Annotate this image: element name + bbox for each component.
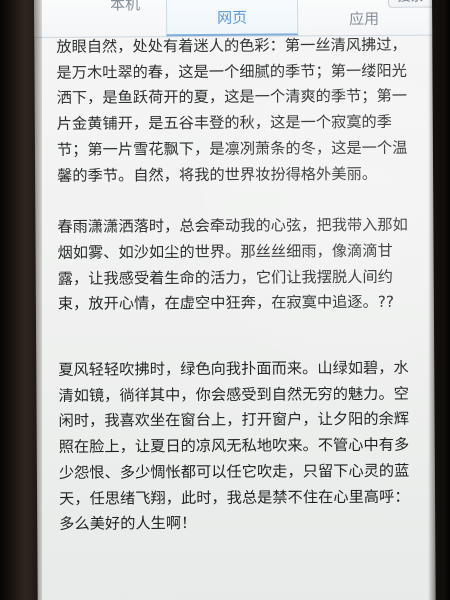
photographed-phone-screen: 本机 网页 应用 搜索 放眼自然，处处有着迷人的色彩：第一丝清风拂过，是万木吐翠… <box>0 0 450 600</box>
mobile-reader-screen: 本机 网页 应用 搜索 放眼自然，处处有着迷人的色彩：第一丝清风拂过，是万木吐翠… <box>34 0 436 600</box>
article-paragraph-2: 春雨潇潇洒落时，总会牵动我的心弦，把我带入那如烟如雾、如沙如尘的世界。那丝丝细雨… <box>57 215 408 314</box>
article-paragraph-1: 放眼自然，处处有着迷人的色彩：第一丝清风拂过，是万木吐翠的春，这是一个细腻的季节… <box>56 35 408 185</box>
article-content: 放眼自然，处处有着迷人的色彩：第一丝清风拂过，是万木吐翠的春，这是一个细腻的季节… <box>56 33 421 538</box>
tab-web-label: 网页 <box>217 8 248 27</box>
tab-local[interactable]: 本机 <box>34 0 166 37</box>
tab-apps-label: 应用 <box>349 9 380 29</box>
tab-web[interactable]: 网页 <box>165 0 299 37</box>
tab-local-label: 本机 <box>109 0 141 14</box>
article-paragraph-3: 夏风轻轻吹拂时，绿色向我扑面而来。山绿如碧，水清如镜，徜徉其中，你会感受到自然无… <box>58 358 410 534</box>
search-button[interactable]: 搜索 <box>387 0 433 8</box>
